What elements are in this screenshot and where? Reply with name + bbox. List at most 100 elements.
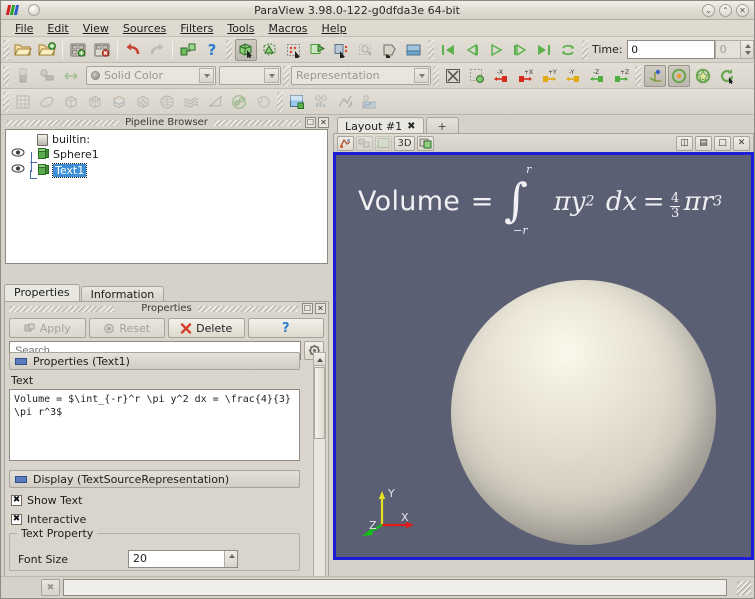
rotate-grip[interactable] (635, 65, 641, 86)
split-vertical-icon[interactable]: ▤ (695, 135, 712, 151)
connect-server-icon[interactable] (177, 39, 199, 61)
time-input[interactable] (626, 40, 715, 59)
histogram-icon[interactable] (310, 91, 332, 113)
pipeline-item-builtin[interactable]: builtin: (6, 130, 327, 146)
edit-color-map-icon[interactable] (12, 65, 34, 87)
tab-information[interactable]: Information (80, 286, 165, 302)
show-center-icon[interactable] (668, 64, 690, 87)
color-by-combo[interactable]: Solid Color (86, 66, 216, 85)
minimize-button[interactable]: ⌄ (702, 4, 715, 17)
time-index-spin-arrows[interactable] (740, 41, 753, 58)
repr-grip-2[interactable] (283, 65, 289, 86)
abort-icon[interactable]: ✖ (41, 579, 60, 596)
next-frame-icon[interactable] (509, 39, 531, 61)
interaction-mode-icon[interactable] (337, 135, 354, 151)
tab-layout-1[interactable]: Layout #1 ✖ (337, 117, 424, 133)
tab-add-layout[interactable]: + (425, 117, 459, 133)
menu-edit[interactable]: Edit (40, 21, 75, 36)
pick-center-icon[interactable] (692, 65, 714, 87)
array-component-combo[interactable] (219, 66, 281, 85)
first-frame-icon[interactable] (437, 39, 459, 61)
close-button[interactable]: ✕ (736, 4, 749, 17)
menu-filters[interactable]: Filters (173, 21, 220, 36)
pipeline-item-text1[interactable]: Text1 (6, 162, 327, 179)
undo-icon[interactable] (122, 39, 144, 61)
reset-button[interactable]: Reset (88, 318, 165, 338)
open-recent-icon[interactable] (36, 39, 58, 61)
plot-over-selection-icon[interactable] (403, 39, 425, 61)
rescale-custom-range-icon[interactable] (60, 65, 82, 87)
select-frustum-points-icon[interactable] (307, 39, 329, 61)
redo-icon[interactable] (146, 39, 168, 61)
menu-view[interactable]: View (76, 21, 116, 36)
representation-combo[interactable]: Representation (291, 66, 431, 85)
rescale-to-data-range-icon[interactable] (36, 65, 58, 87)
pipeline-item-sphere1[interactable]: Sphere1 (6, 146, 327, 163)
menu-help[interactable]: Help (314, 21, 353, 36)
chart-icon[interactable] (358, 91, 380, 113)
color-by-chevron-down-icon[interactable] (199, 68, 214, 83)
text-source-formula[interactable]: Volume = ∫ r −r πy2 dx = 4 3 πr3 (358, 163, 722, 237)
show-text-row[interactable]: ✖ Show Text (11, 494, 326, 507)
neg-y-view-icon[interactable]: -Y (562, 65, 584, 87)
array-component-chevron-down-icon[interactable] (264, 68, 279, 83)
font-size-spin-arrows[interactable] (224, 551, 237, 567)
sphere-geometry[interactable] (451, 280, 716, 545)
play-icon[interactable] (485, 39, 507, 61)
select-frustum-cells-icon[interactable] (283, 39, 305, 61)
extract-subset-icon[interactable] (156, 91, 178, 113)
contour-icon[interactable] (60, 91, 82, 113)
pos-z-view-icon[interactable]: +Z (610, 65, 632, 87)
pos-x-view-icon[interactable]: +X (514, 65, 536, 87)
interactive-select-icon[interactable] (355, 39, 377, 61)
last-frame-icon[interactable] (533, 39, 555, 61)
select-blocks-icon[interactable] (331, 39, 353, 61)
toolbar-grip-4[interactable] (582, 39, 588, 60)
tab-layout-1-close-icon[interactable]: ✖ (407, 121, 415, 132)
menu-macros[interactable]: Macros (261, 21, 314, 36)
reset-camera-icon[interactable] (442, 65, 464, 87)
representation-chevron-down-icon[interactable] (414, 68, 429, 83)
display-group-header[interactable]: Display (TextSourceRepresentation) (9, 470, 300, 488)
help-icon[interactable]: ? (201, 39, 223, 61)
previous-frame-icon[interactable] (461, 39, 483, 61)
toolbar-grip-2[interactable] (226, 39, 232, 60)
time-index-spinner[interactable]: 0 (714, 40, 754, 59)
neg-z-view-icon[interactable]: -Z (586, 65, 608, 87)
close-view-icon[interactable]: ✕ (733, 135, 750, 151)
tab-properties[interactable]: Properties (4, 284, 80, 302)
pipeline-browser-tree[interactable]: builtin: Sphere1 Text1 (5, 129, 328, 264)
loop-icon[interactable] (557, 39, 579, 61)
font-size-spinner[interactable]: 20 (128, 550, 238, 568)
interactive-row[interactable]: ✖ Interactive (11, 513, 326, 526)
spreadsheet-icon[interactable] (12, 91, 34, 113)
show-text-checkbox[interactable]: ✖ (11, 495, 22, 506)
maximize-button[interactable]: ⌃ (719, 4, 732, 17)
apply-button[interactable]: Apply (9, 318, 86, 338)
scrollbar-thumb[interactable] (314, 367, 325, 439)
filters-grip-2[interactable] (277, 91, 283, 112)
render-view[interactable]: Volume = ∫ r −r πy2 dx = 4 3 πr3 Y X Z (333, 152, 754, 560)
select-surface-cells-icon[interactable] (235, 38, 257, 61)
rotate-90-icon[interactable] (716, 65, 738, 87)
menu-tools[interactable]: Tools (220, 21, 261, 36)
text-input-area[interactable]: Volume = $\int_{-r}^r \pi y^2 dx = \frac… (9, 389, 300, 461)
capture-screenshot-icon[interactable] (417, 135, 434, 151)
filters-grip[interactable] (3, 91, 9, 112)
open-file-icon[interactable] (12, 39, 34, 61)
calculator-icon[interactable] (36, 91, 58, 113)
text1-visibility-eye-icon[interactable] (10, 164, 25, 176)
pos-y-view-icon[interactable]: +Y (538, 65, 560, 87)
warp-icon[interactable] (228, 91, 250, 113)
menu-file[interactable]: File (8, 21, 40, 36)
color-legend-icon[interactable] (286, 91, 308, 113)
stream-tracer-icon[interactable] (204, 91, 226, 113)
properties-undock-icon[interactable]: ☐ (302, 303, 313, 314)
load-state-icon[interactable] (91, 39, 113, 61)
group-datasets-icon[interactable] (252, 91, 274, 113)
delete-button[interactable]: Delete (168, 318, 245, 338)
repr-toolbar-grip[interactable] (3, 65, 9, 86)
camera-undo-icon[interactable] (356, 135, 373, 151)
resize-grip[interactable] (737, 580, 751, 595)
collapse-minus-icon[interactable] (15, 357, 27, 365)
